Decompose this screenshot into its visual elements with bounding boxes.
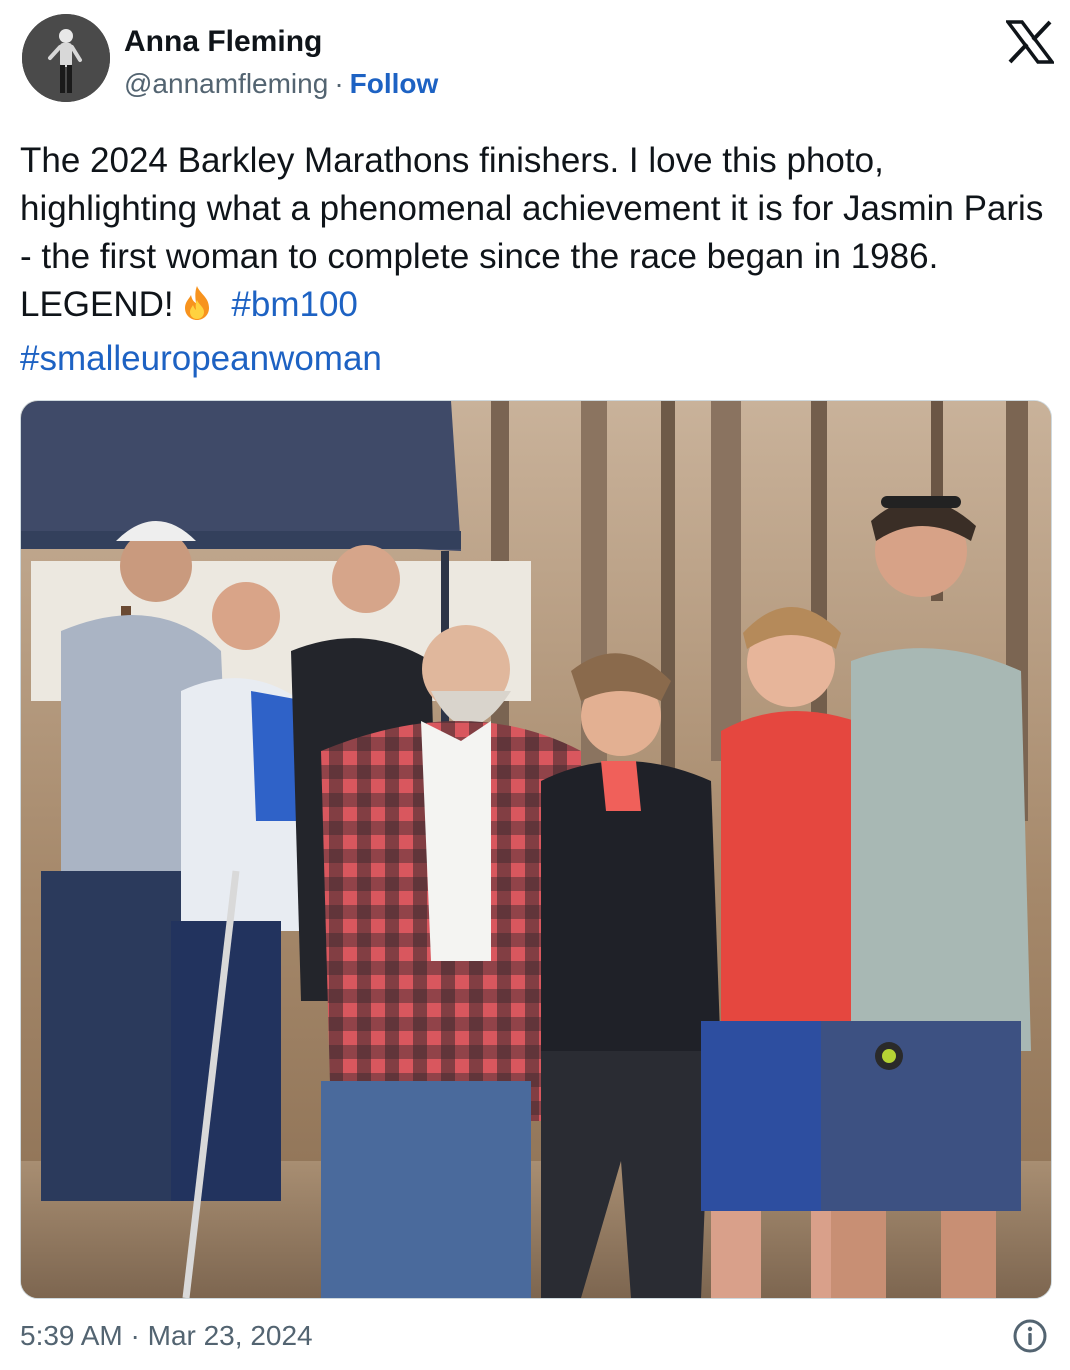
info-icon[interactable] (1012, 1318, 1048, 1354)
x-logo-icon[interactable] (1006, 20, 1054, 64)
tweet-body: The 2024 Barkley Marathons finishers. I … (20, 141, 1044, 324)
photo-illustration (21, 401, 1051, 1298)
author-avatar[interactable] (22, 14, 110, 102)
author-handle[interactable]: @annamfleming (124, 68, 328, 99)
handle-separator: · (334, 68, 344, 99)
follow-button[interactable]: Follow (350, 68, 439, 99)
tweet-timestamp[interactable]: 5:39 AM · Mar 23, 2024 (20, 1318, 313, 1354)
tweet-text: The 2024 Barkley Marathons finishers. I … (20, 137, 1050, 383)
tweet-photo[interactable] (20, 400, 1052, 1299)
hashtag-link[interactable]: #bm100 (231, 285, 357, 324)
fire-emoji-icon (178, 284, 216, 335)
hashtag-link[interactable]: #smalleuropeanwoman (20, 339, 382, 378)
avatar-silhouette (22, 14, 110, 102)
author-handle-row: @annamfleming · Follow (124, 66, 438, 102)
author-name[interactable]: Anna Fleming (124, 24, 322, 60)
